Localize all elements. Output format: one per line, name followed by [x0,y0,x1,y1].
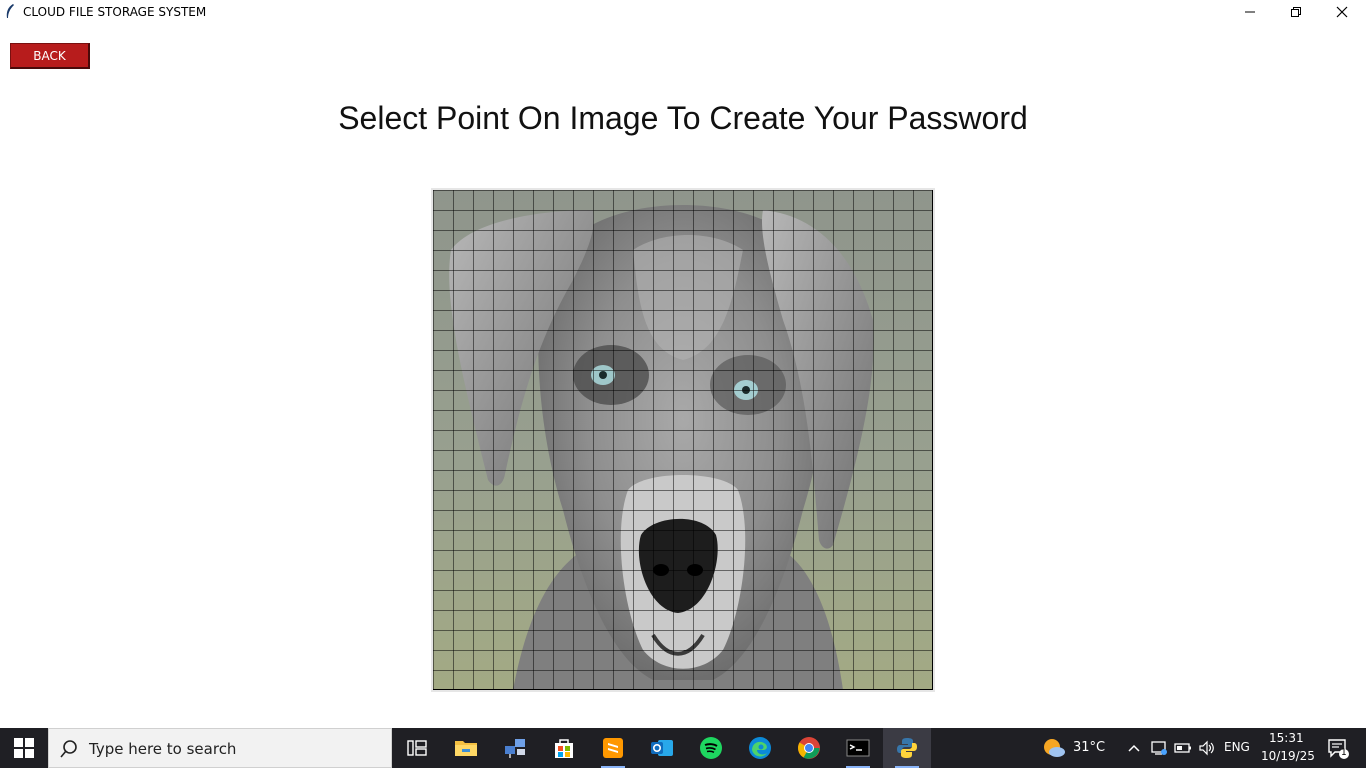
close-button[interactable] [1319,0,1365,24]
network-tray-button[interactable] [1147,728,1171,768]
store-bag-icon [555,739,573,758]
password-image-canvas[interactable] [431,188,935,692]
edge-browser-icon [749,737,771,759]
task-view-icon [407,740,427,756]
restore-button[interactable] [1273,0,1319,24]
window-title: CLOUD FILE STORAGE SYSTEM [23,5,207,19]
feather-icon [6,4,14,18]
close-icon [1336,6,1348,18]
weather-widget[interactable] [1040,728,1068,768]
notification-count-badge: 1 [1341,748,1347,758]
minimize-icon [1245,11,1255,13]
search-placeholder: Type here to search [89,740,237,758]
battery-icon [1174,743,1191,753]
show-hidden-icons-button[interactable] [1122,728,1146,768]
back-button[interactable]: BACK [10,43,90,69]
weather-temperature[interactable]: 31°C [1073,740,1105,755]
page-heading: Select Point On Image To Create Your Pas… [338,100,1028,136]
windows-logo-icon [14,738,34,758]
sublime-text-button[interactable] [589,728,637,768]
microsoft-store-button[interactable] [540,728,588,768]
spotify-icon [700,737,722,759]
minimize-button[interactable] [1227,0,1273,24]
weather-sun-cloud-icon [1044,739,1065,757]
battery-tray-button[interactable] [1171,728,1195,768]
dog-image[interactable] [433,190,933,690]
network-app-button[interactable] [491,728,539,768]
speaker-icon [1199,740,1214,756]
notification-center-button[interactable]: 1 [1318,728,1358,768]
python-button[interactable] [883,728,931,768]
chrome-button[interactable] [785,728,833,768]
network-computers-icon [505,739,525,758]
language-indicator[interactable]: ENG [1224,740,1250,754]
folder-icon [455,741,477,756]
taskbar: Type here to search 31°C ENG 15:31 10/19… [0,728,1366,768]
terminal-icon [846,739,870,757]
network-icon [1151,741,1167,755]
sublime-text-icon [603,738,623,758]
file-explorer-button[interactable] [442,728,490,768]
terminal-button[interactable] [834,728,882,768]
edge-button[interactable] [736,728,784,768]
start-button[interactable] [0,728,48,768]
chrome-icon [798,737,820,759]
clock-time[interactable]: 15:31 [1269,731,1304,745]
search-icon [60,740,77,758]
clock-date[interactable]: 10/19/25 [1261,749,1315,763]
chevron-up-icon [1128,744,1140,752]
volume-tray-button[interactable] [1195,728,1219,768]
restore-icon [1291,7,1301,17]
window-titlebar: CLOUD FILE STORAGE SYSTEM [0,0,1366,24]
task-view-button[interactable] [393,728,441,768]
outlook-button[interactable] [638,728,686,768]
taskbar-search-box[interactable]: Type here to search [48,728,392,768]
outlook-icon [651,740,673,756]
spotify-button[interactable] [687,728,735,768]
python-icon [897,738,917,758]
